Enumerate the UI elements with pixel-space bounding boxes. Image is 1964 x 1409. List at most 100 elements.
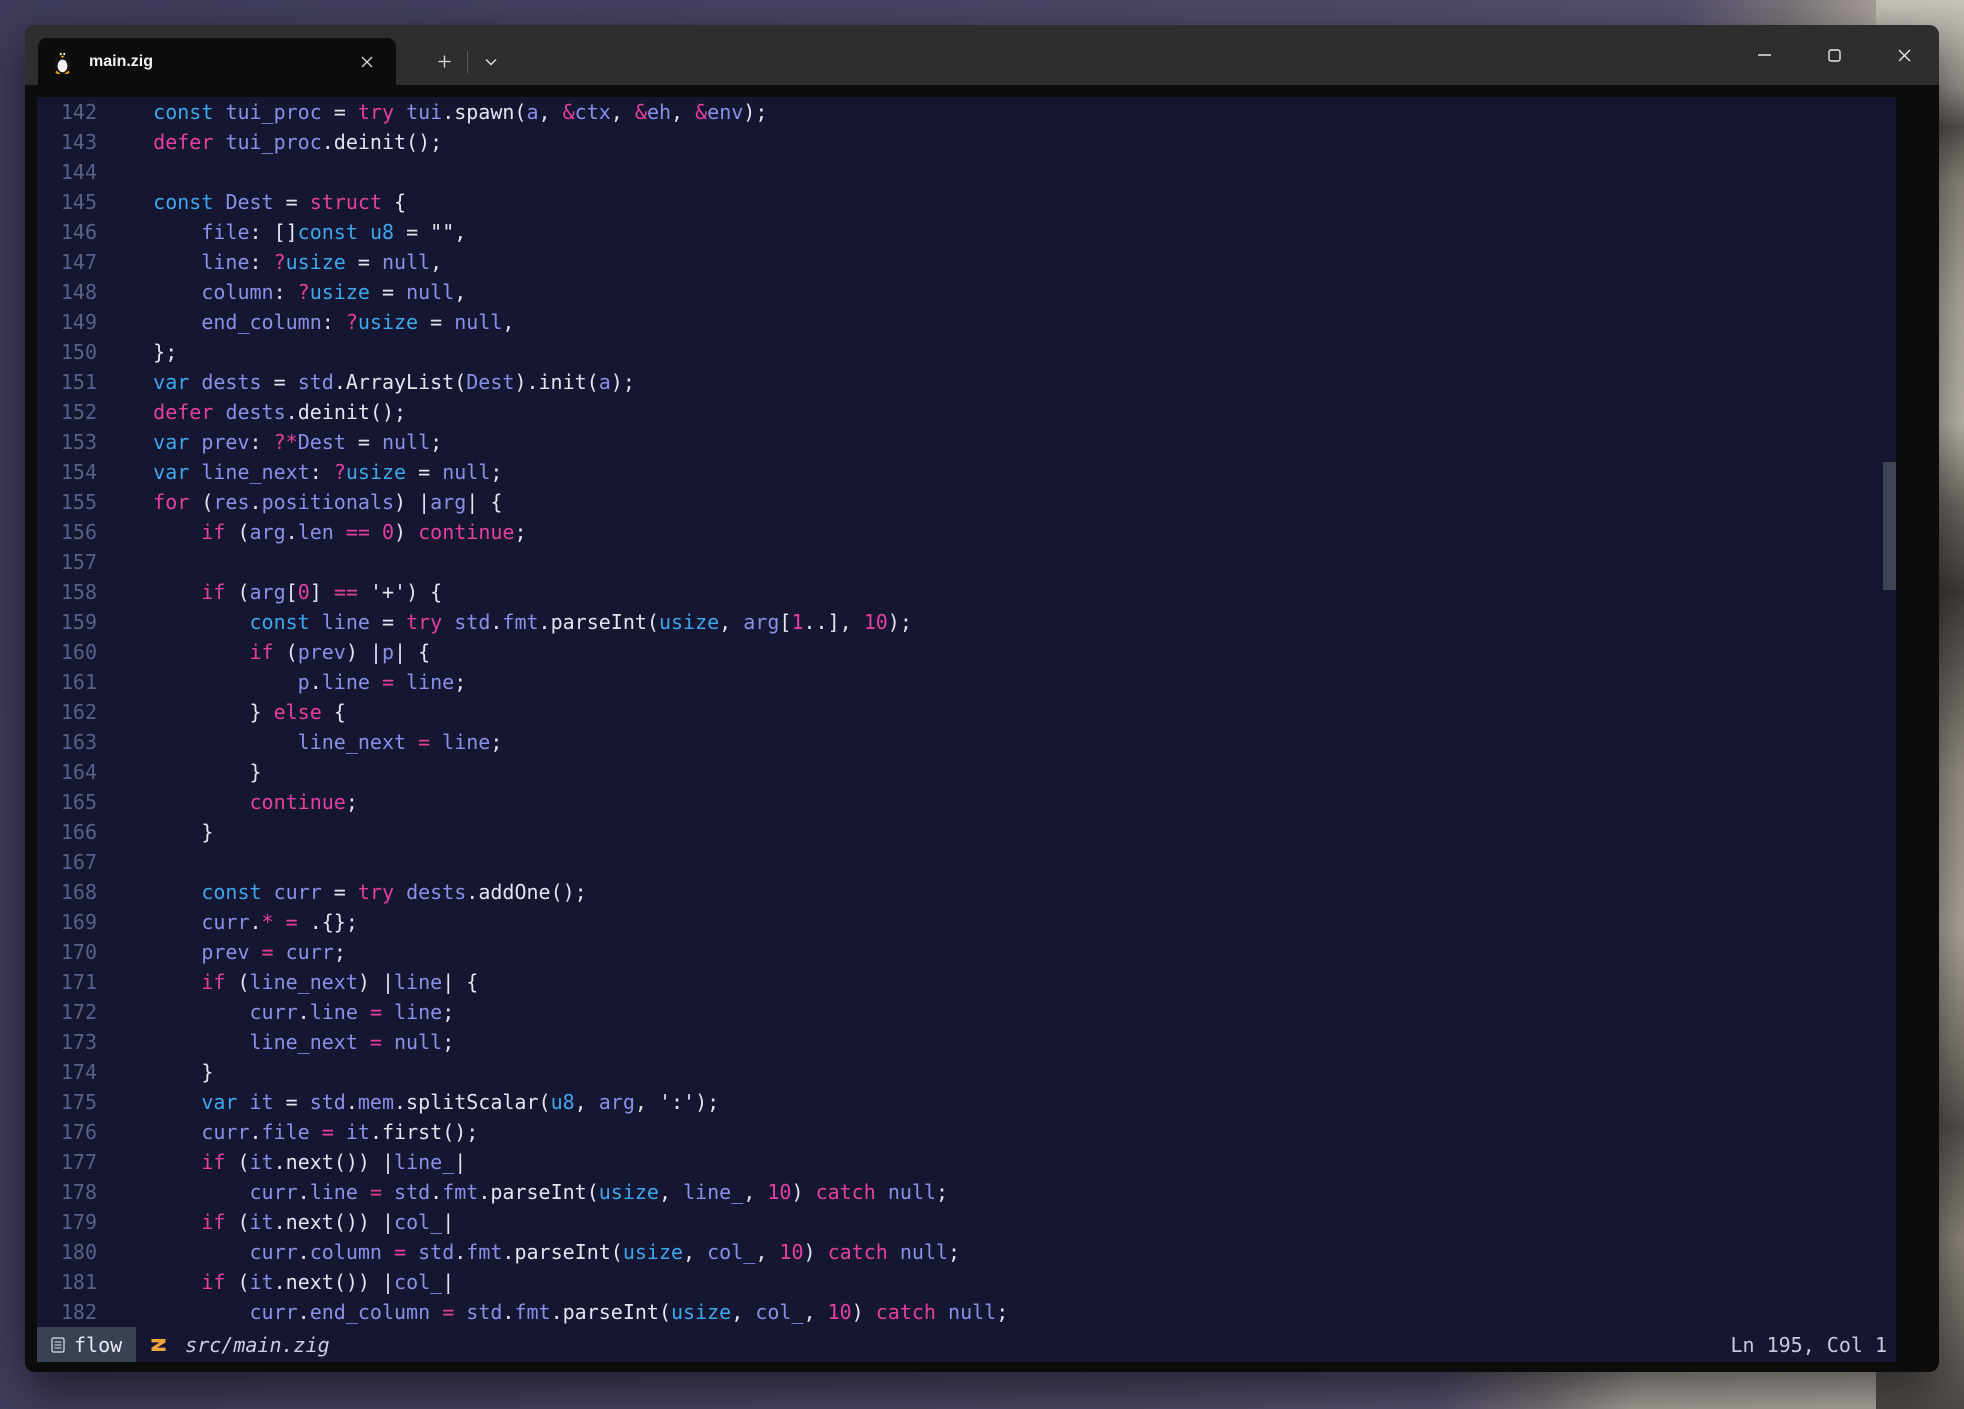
line-number: 174 [37,1057,97,1087]
code-line[interactable]: 153 var prev: ?*Dest = null; [37,427,1896,457]
titlebar[interactable]: main.zig [25,25,1939,85]
line-number: 177 [37,1147,97,1177]
editor-screen: 142 const tui_proc = try tui.spawn(a, &c… [37,97,1896,1362]
line-number: 182 [37,1297,97,1327]
code-text: curr.* = .{}; [97,907,358,937]
code-text: if (arg[0] == '+') { [97,577,442,607]
code-text: line: ?usize = null, [97,247,442,277]
line-number: 155 [37,487,97,517]
code-text: } [97,757,262,787]
code-line[interactable]: 160 if (prev) |p| { [37,637,1896,667]
code-line[interactable]: 180 curr.column = std.fmt.parseInt(usize… [37,1237,1896,1267]
code-text: var it = std.mem.splitScalar(u8, arg, ':… [97,1087,719,1117]
code-line[interactable]: 168 const curr = try dests.addOne(); [37,877,1896,907]
line-number: 168 [37,877,97,907]
code-line[interactable]: 157 [37,547,1896,577]
line-number: 154 [37,457,97,487]
code-line[interactable]: 143 defer tui_proc.deinit(); [37,127,1896,157]
code-line[interactable]: 175 var it = std.mem.splitScalar(u8, arg… [37,1087,1896,1117]
close-window-icon[interactable] [1869,25,1939,85]
line-number: 181 [37,1267,97,1297]
code-line[interactable]: 152 defer dests.deinit(); [37,397,1896,427]
line-number: 170 [37,937,97,967]
code-text: continue; [97,787,358,817]
line-number: 157 [37,547,97,577]
tab-bar-divider [467,51,468,73]
line-number: 176 [37,1117,97,1147]
code-lines[interactable]: 142 const tui_proc = try tui.spawn(a, &c… [37,97,1896,1327]
scrollbar-thumb[interactable] [1883,462,1896,590]
mode-chip[interactable]: flow [37,1327,136,1362]
code-text: if (line_next) |line| { [97,967,478,997]
code-line[interactable]: 172 curr.line = line; [37,997,1896,1027]
code-line[interactable]: 162 } else { [37,697,1896,727]
line-number: 162 [37,697,97,727]
code-line[interactable]: 167 [37,847,1896,877]
code-line[interactable]: 181 if (it.next()) |col_| [37,1267,1896,1297]
line-number: 151 [37,367,97,397]
code-text: curr.column = std.fmt.parseInt(usize, co… [97,1237,960,1267]
line-number: 161 [37,667,97,697]
code-text: if (it.next()) |col_| [97,1267,454,1297]
code-line[interactable]: 178 curr.line = std.fmt.parseInt(usize, … [37,1177,1896,1207]
code-line[interactable]: 169 curr.* = .{}; [37,907,1896,937]
line-number: 148 [37,277,97,307]
code-line[interactable]: 154 var line_next: ?usize = null; [37,457,1896,487]
code-line[interactable]: 179 if (it.next()) |col_| [37,1207,1896,1237]
code-line[interactable]: 173 line_next = null; [37,1027,1896,1057]
code-line[interactable]: 148 column: ?usize = null, [37,277,1896,307]
code-text: defer dests.deinit(); [97,397,406,427]
tab-main-zig[interactable]: main.zig [38,38,396,85]
code-line[interactable]: 144 [37,157,1896,187]
code-line[interactable]: 165 continue; [37,787,1896,817]
code-text: column: ?usize = null, [97,277,466,307]
tab-dropdown-chevron-icon[interactable] [476,47,506,77]
line-number: 173 [37,1027,97,1057]
code-line[interactable]: 145 const Dest = struct { [37,187,1896,217]
code-line[interactable]: 170 prev = curr; [37,937,1896,967]
code-line[interactable]: 177 if (it.next()) |line_| [37,1147,1896,1177]
code-line[interactable]: 166 } [37,817,1896,847]
code-text: file: []const u8 = "", [97,217,466,247]
code-text: if (it.next()) |line_| [97,1147,466,1177]
line-number: 169 [37,907,97,937]
line-number: 150 [37,337,97,367]
code-text: if (it.next()) |col_| [97,1207,454,1237]
code-line[interactable]: 146 file: []const u8 = "", [37,217,1896,247]
code-text: const Dest = struct { [97,187,406,217]
line-number: 149 [37,307,97,337]
code-text: curr.line = std.fmt.parseInt(usize, line… [97,1177,948,1207]
tab-close-icon[interactable] [352,47,382,77]
code-line[interactable]: 158 if (arg[0] == '+') { [37,577,1896,607]
code-line[interactable]: 171 if (line_next) |line| { [37,967,1896,997]
code-text: curr.end_column = std.fmt.parseInt(usize… [97,1297,1008,1327]
code-line[interactable]: 159 const line = try std.fmt.parseInt(us… [37,607,1896,637]
code-line[interactable]: 150 }; [37,337,1896,367]
maximize-icon[interactable] [1799,25,1869,85]
code-line[interactable]: 176 curr.file = it.first(); [37,1117,1896,1147]
desktop: main.zig [0,0,1964,1409]
code-line[interactable]: 163 line_next = line; [37,727,1896,757]
code-line[interactable]: 156 if (arg.len == 0) continue; [37,517,1896,547]
code-line[interactable]: 149 end_column: ?usize = null, [37,307,1896,337]
code-text: if (prev) |p| { [97,637,430,667]
minimize-icon[interactable] [1729,25,1799,85]
line-number: 152 [37,397,97,427]
new-tab-icon[interactable] [429,47,459,77]
code-line[interactable]: 155 for (res.positionals) |arg| { [37,487,1896,517]
line-number: 180 [37,1237,97,1267]
code-text: var line_next: ?usize = null; [97,457,502,487]
code-line[interactable]: 174 } [37,1057,1896,1087]
code-line[interactable]: 151 var dests = std.ArrayList(Dest).init… [37,367,1896,397]
code-text: end_column: ?usize = null, [97,307,514,337]
code-text: const curr = try dests.addOne(); [97,877,587,907]
code-text: line_next = line; [97,727,502,757]
code-line[interactable]: 142 const tui_proc = try tui.spawn(a, &c… [37,97,1896,127]
line-number: 158 [37,577,97,607]
code-line[interactable]: 182 curr.end_column = std.fmt.parseInt(u… [37,1297,1896,1327]
code-line[interactable]: 164 } [37,757,1896,787]
code-line[interactable]: 161 p.line = line; [37,667,1896,697]
line-number: 144 [37,157,97,187]
code-line[interactable]: 147 line: ?usize = null, [37,247,1896,277]
code-text: } [97,1057,213,1087]
